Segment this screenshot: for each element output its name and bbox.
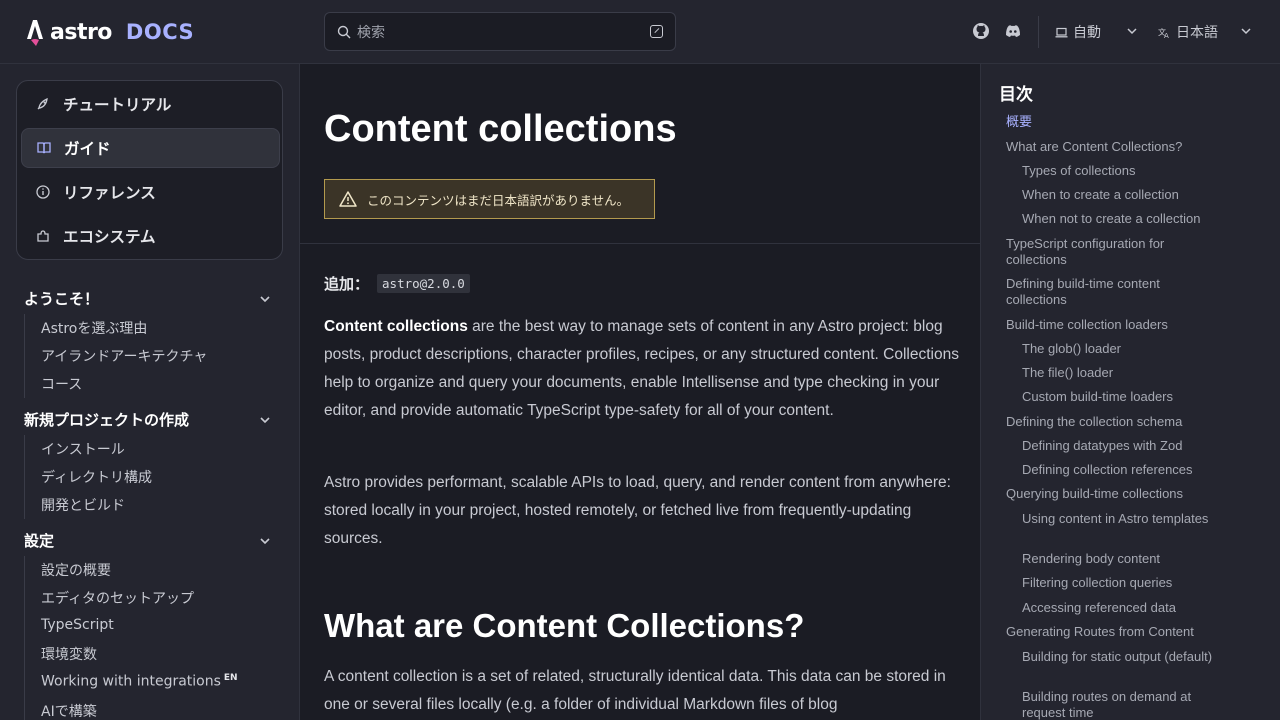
nav-item-label: チュートリアル [63, 96, 172, 114]
sidebar: チュートリアル ガイド リファレンス エコシステム ようこそ！ Astroを選ぶ… [0, 64, 300, 720]
toc-link[interactable]: Types of collections [1022, 163, 1222, 179]
language-select[interactable]: 文 A 日本語 [1158, 20, 1254, 44]
discord-icon[interactable] [1004, 22, 1022, 40]
intro-paragraph: Content collections are the best way to … [324, 313, 964, 425]
table-of-contents: 目次 概要 What are Content Collections? Types … [980, 64, 1280, 720]
version-added: 追加： astro@2.0.0 [324, 273, 470, 294]
sidebar-link[interactable]: インストール [41, 439, 125, 459]
book-icon [37, 142, 51, 154]
header-divider [1038, 16, 1039, 48]
toc-link[interactable]: Defining collection references [1022, 462, 1222, 478]
group-indent-line [24, 435, 25, 519]
chevron-down-icon[interactable] [259, 535, 271, 547]
svg-text:A: A [1164, 32, 1169, 39]
warning-icon [339, 191, 357, 207]
sidebar-link[interactable]: 設定の概要 [41, 560, 111, 580]
toc-link[interactable]: The glob() loader [1022, 341, 1222, 357]
theme-select[interactable]: 自動 [1055, 20, 1139, 44]
toc-link[interactable]: Rendering body content [1022, 551, 1222, 567]
rocket-icon [37, 97, 48, 110]
search-button[interactable]: 検索 [324, 12, 676, 51]
theme-select-value: 自動 [1073, 25, 1101, 41]
sidebar-link[interactable]: 開発とビルド [41, 495, 125, 515]
nav-item-guide[interactable]: ガイド [21, 128, 280, 168]
toc-link[interactable]: Filtering collection queries [1022, 575, 1222, 591]
main-content: Content collections このコンテンツはまだ日本語訳がありません… [300, 64, 980, 720]
group-title-welcome[interactable]: ようこそ！ [24, 288, 99, 309]
added-label: 追加： [324, 275, 370, 293]
toc-link[interactable]: Defining the collection schema [1006, 414, 1216, 430]
chevron-down-icon [1241, 28, 1251, 35]
toc-link[interactable]: Querying build-time collections [1006, 486, 1216, 502]
astro-docs-logo[interactable]: astro DOCS [24, 17, 194, 47]
nav-item-reference[interactable]: リファレンス [21, 172, 280, 212]
chevron-down-icon[interactable] [259, 414, 271, 426]
toc-link[interactable]: What are Content Collections? [1006, 139, 1216, 155]
group-title-config[interactable]: 設定 [24, 530, 54, 551]
sidebar-link[interactable]: Astroを選ぶ理由 [41, 318, 147, 338]
sidebar-link[interactable]: 環境変数 [41, 644, 97, 664]
toc-link[interactable]: Custom build-time loaders [1022, 389, 1222, 405]
site-header: astro DOCS 検索 自動 文 A 日本語 [0, 0, 1280, 64]
paragraph: Astro provides performant, scalable APIs… [324, 474, 951, 547]
group-indent-line [24, 556, 25, 720]
info-icon [36, 185, 50, 199]
sidebar-link[interactable]: TypeScript [41, 617, 114, 633]
nav-item-tutorial[interactable]: チュートリアル [21, 84, 280, 124]
caution-text: このコンテンツはまだ日本語訳がありません。 [367, 192, 630, 208]
toc-title: 目次 [999, 85, 1033, 105]
group-title-new-project[interactable]: 新規プロジェクトの作成 [24, 409, 189, 430]
sidebar-link[interactable]: AIで構築 [41, 701, 97, 720]
toc-link[interactable]: TypeScript configuration for collections [1006, 236, 1216, 268]
nav-item-label: ガイド [64, 140, 111, 158]
toc-link[interactable]: Building routes on demand at request tim… [1022, 689, 1222, 720]
search-placeholder: 検索 [357, 24, 385, 41]
nav-item-ecosystem[interactable]: エコシステム [21, 216, 280, 256]
top-level-nav: チュートリアル ガイド リファレンス エコシステム [16, 80, 283, 260]
section-divider [300, 243, 980, 244]
puzzle-icon [37, 230, 49, 242]
astro-logo-icon [27, 20, 43, 46]
nav-item-label: リファレンス [63, 184, 156, 202]
toc-link[interactable]: The file() loader [1022, 365, 1222, 381]
version-code: astro@2.0.0 [377, 274, 470, 293]
translation-caution: このコンテンツはまだ日本語訳がありません。 [324, 179, 655, 219]
sidebar-link[interactable]: アイランドアーキテクチャ [41, 346, 207, 366]
toc-link[interactable]: When to create a collection [1022, 187, 1222, 203]
toc-link[interactable]: 概要 [1006, 114, 1216, 130]
language-select-value: 日本語 [1176, 25, 1218, 41]
toc-link[interactable]: Generating Routes from Content [1006, 624, 1216, 640]
section-heading: What are Content Collections? [324, 607, 805, 644]
chevron-down-icon[interactable] [259, 293, 271, 305]
nav-item-label: エコシステム [63, 228, 156, 246]
laptop-icon [1055, 27, 1068, 37]
toc-link[interactable]: Build-time collection loaders [1006, 317, 1216, 333]
logo-wordmark: astro [50, 19, 112, 45]
paragraph: A content collection is a set of related… [324, 668, 946, 713]
toc-link[interactable]: Accessing referenced data [1022, 600, 1222, 616]
untranslated-badge: EN [223, 673, 238, 683]
search-icon [337, 25, 351, 38]
logo-docs-label: DOCS [125, 20, 195, 44]
sidebar-link[interactable]: ディレクトリ構成 [41, 467, 152, 487]
group-indent-line [24, 314, 25, 398]
sidebar-link-label: Working with integrations [41, 673, 221, 690]
page-title: Content collections [324, 108, 677, 150]
translate-icon: 文 A [1158, 27, 1169, 39]
toc-link[interactable]: Building for static output (default) [1022, 649, 1222, 665]
toc-link[interactable]: Using content in Astro templates [1022, 511, 1222, 527]
intro-bold: Content collections [324, 318, 468, 335]
sidebar-link[interactable]: コース [41, 374, 82, 394]
sidebar-link[interactable]: エディタのセットアップ [41, 588, 194, 608]
toc-link[interactable]: Defining datatypes with Zod [1022, 438, 1222, 454]
toc-link[interactable]: When not to create a collection [1022, 211, 1222, 227]
keyboard-shortcut-icon [650, 25, 663, 38]
toc-link[interactable]: Defining build-time content collections [1006, 276, 1216, 308]
sidebar-link-integrations[interactable]: Working with integrations EN [41, 673, 238, 690]
chevron-down-icon [1127, 28, 1137, 35]
github-icon[interactable] [972, 22, 990, 40]
